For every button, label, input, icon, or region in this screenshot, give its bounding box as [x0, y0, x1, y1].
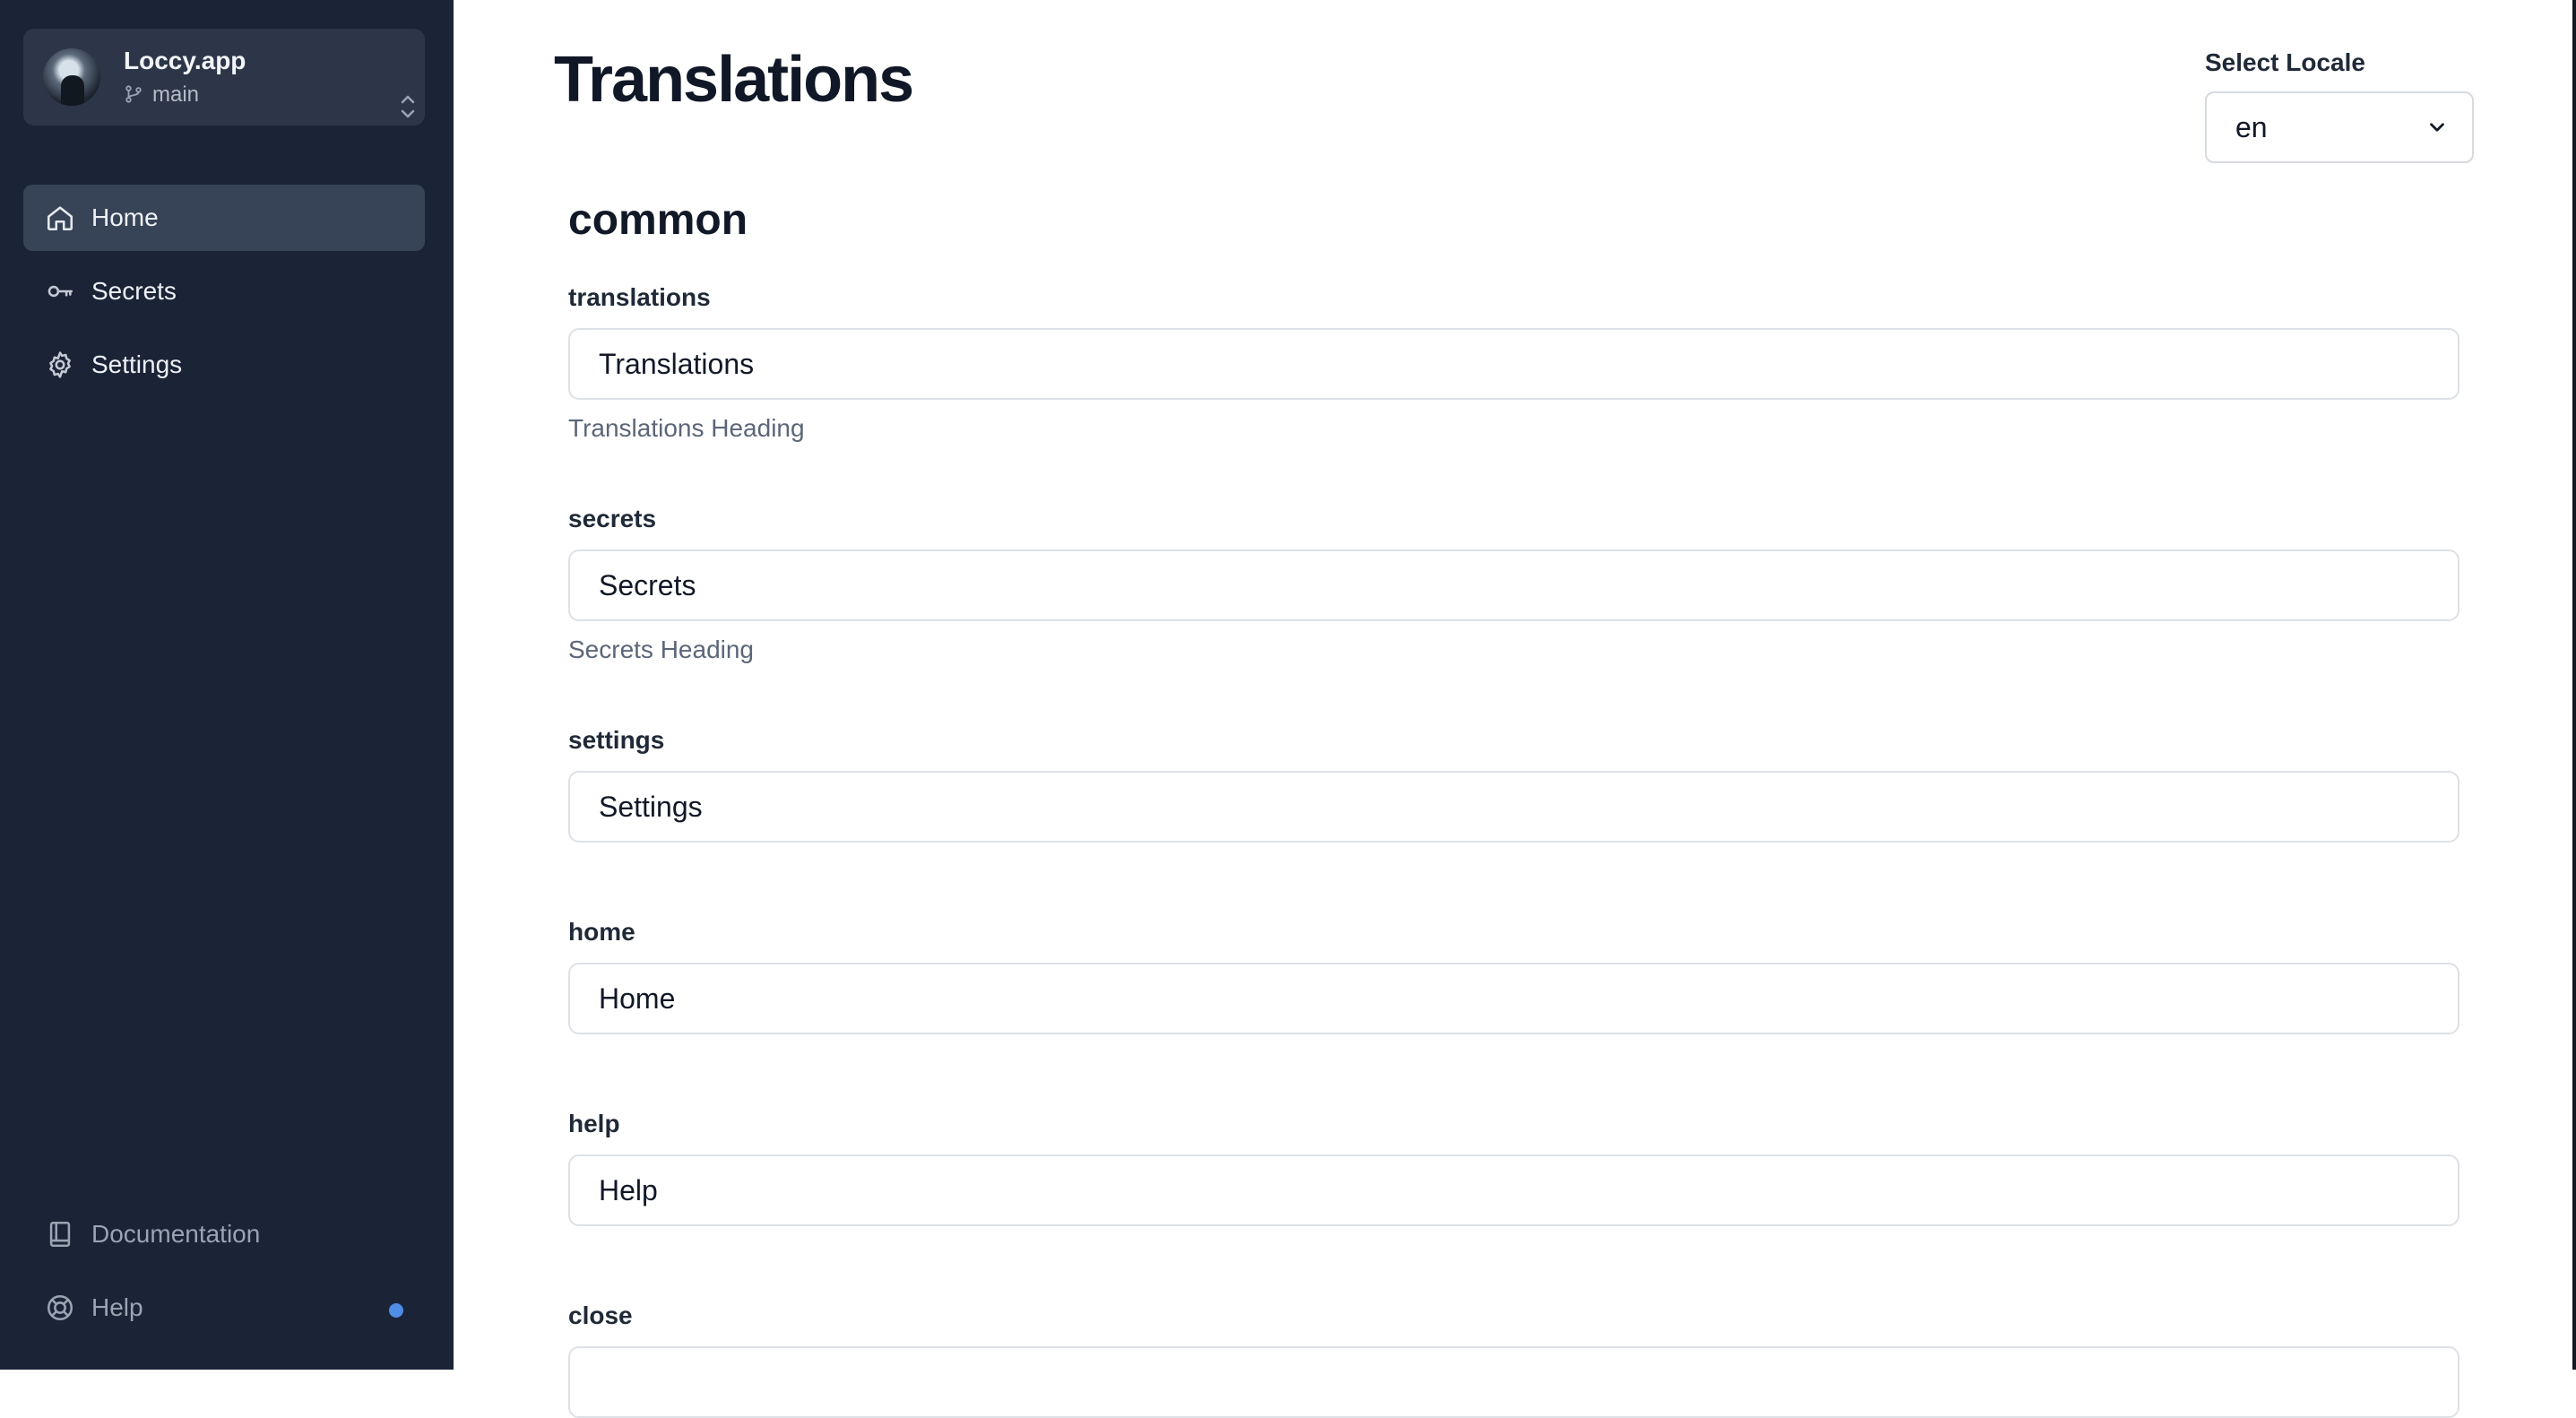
lifebuoy-icon [45, 1293, 75, 1323]
field-label: help [568, 1110, 620, 1137]
branch-name: main [152, 82, 200, 107]
sidebar-item-home[interactable]: Home [23, 185, 425, 251]
gear-icon [45, 350, 75, 380]
sidebar-item-label: Home [91, 203, 159, 231]
locale-label: Select Locale [2205, 48, 2365, 76]
chevron-down-icon [2430, 123, 2444, 132]
sidebar: Loccy.app main Home Secrets Settings Doc… [0, 0, 454, 1370]
field-label: settings [568, 726, 665, 754]
chevron-up-down-icon [401, 95, 415, 118]
field-label: home [568, 918, 635, 946]
notification-dot [389, 1303, 403, 1318]
locale-select[interactable]: en [2205, 91, 2474, 163]
project-switcher[interactable]: Loccy.app main [23, 29, 425, 125]
sidebar-item-label: Help [91, 1293, 143, 1321]
translation-input-translations[interactable] [568, 328, 2459, 400]
sidebar-item-help[interactable]: Help [23, 1275, 425, 1341]
book-icon [45, 1219, 75, 1249]
main-content: Translations Select Locale en common tra… [454, 0, 2576, 1418]
key-icon [45, 276, 75, 307]
translation-input-secrets[interactable] [568, 549, 2459, 621]
translation-input-home[interactable] [568, 963, 2459, 1034]
locale-value: en [2235, 110, 2268, 143]
sidebar-item-secrets[interactable]: Secrets [23, 258, 425, 324]
translation-input-help[interactable] [568, 1154, 2459, 1226]
field-help-text: Translations Heading [568, 414, 805, 442]
sidebar-item-label: Secrets [91, 277, 177, 305]
field-help-text: Secrets Heading [568, 636, 755, 663]
window-edge [2572, 0, 2576, 1370]
sidebar-item-label: Documentation [91, 1220, 261, 1248]
field-label: translations [568, 283, 711, 311]
section-title: common [568, 196, 748, 244]
sidebar-item-settings[interactable]: Settings [23, 332, 425, 398]
translation-input-close[interactable] [568, 1346, 2459, 1418]
translation-input-settings[interactable] [568, 771, 2459, 843]
git-branch-icon [125, 85, 142, 103]
page-title: Translations [554, 44, 914, 116]
home-icon [45, 203, 75, 233]
field-label: secrets [568, 505, 657, 532]
field-label: close [568, 1301, 633, 1329]
sidebar-item-documentation[interactable]: Documentation [23, 1201, 425, 1267]
project-name: Loccy.app [124, 47, 246, 74]
project-avatar [43, 48, 100, 106]
sidebar-item-label: Settings [91, 350, 183, 378]
